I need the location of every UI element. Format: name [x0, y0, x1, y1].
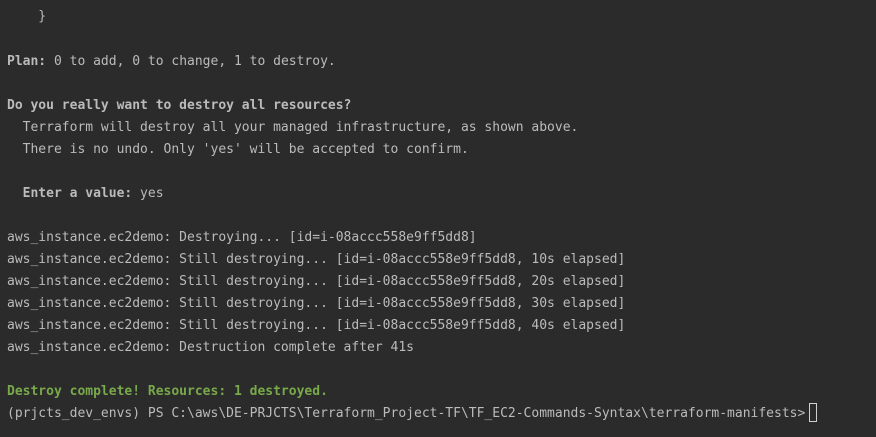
plan-summary: 0 to add, 0 to change, 1 to destroy. — [46, 54, 336, 69]
destroy-summary: Destroy complete! Resources: 1 destroyed… — [7, 384, 328, 399]
confirm-warning-line-1: Terraform will destroy all your managed … — [7, 120, 579, 135]
log-line: aws_instance.ec2demo: Still destroying..… — [7, 252, 626, 267]
shell-prompt: (prjcts_dev_envs) PS C:\aws\DE-PRJCTS\Te… — [7, 406, 806, 421]
confirm-question: Do you really want to destroy all resour… — [7, 98, 352, 113]
log-line: aws_instance.ec2demo: Destroying... [id=… — [7, 230, 477, 245]
closing-brace: } — [7, 9, 47, 24]
value-prompt: Enter a value: yes — [7, 183, 164, 205]
value-prompt-label: Enter a value: — [7, 186, 133, 201]
shell-prompt-line[interactable]: (prjcts_dev_envs) PS C:\aws\DE-PRJCTS\Te… — [7, 403, 818, 425]
log-line: aws_instance.ec2demo: Destruction comple… — [7, 340, 414, 355]
value-prompt-input: yes — [132, 186, 164, 201]
terminal-window[interactable]: } Plan: 0 to add, 0 to change, 1 to dest… — [0, 0, 876, 437]
log-line: aws_instance.ec2demo: Still destroying..… — [7, 296, 626, 311]
plan-label: Plan: — [7, 54, 47, 69]
plan-line: Plan: 0 to add, 0 to change, 1 to destro… — [7, 51, 336, 73]
text-cursor[interactable] — [809, 403, 818, 422]
log-line: aws_instance.ec2demo: Still destroying..… — [7, 274, 626, 289]
log-line: aws_instance.ec2demo: Still destroying..… — [7, 318, 626, 333]
confirm-warning-line-2: There is no undo. Only 'yes' will be acc… — [7, 142, 469, 157]
